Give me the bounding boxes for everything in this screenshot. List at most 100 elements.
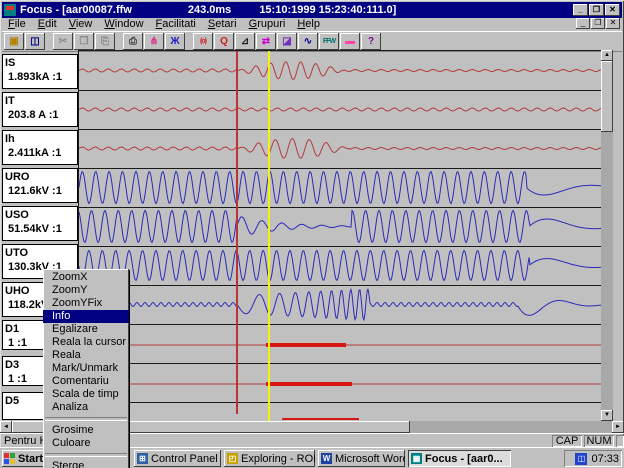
context-menu-item-scala-de-timp[interactable]: Scala de timp xyxy=(43,388,129,401)
context-menu-item-sterge[interactable]: Sterge xyxy=(43,460,129,468)
taskbar-button-icon: ▦ xyxy=(411,453,422,464)
waveform-row-d5[interactable] xyxy=(79,402,601,422)
tray-icon[interactable]: ◫ xyxy=(575,453,587,465)
scroll-left-button[interactable]: ◄ xyxy=(0,421,12,433)
mdi-close-button[interactable]: ✕ xyxy=(606,18,620,29)
menu-window[interactable]: Window xyxy=(98,18,149,31)
impedance-icon: (o) xyxy=(200,38,206,45)
copy-icon: ❐ xyxy=(80,36,89,47)
menu-view[interactable]: View xyxy=(63,18,99,31)
arrows-button[interactable]: ⇄ xyxy=(256,33,276,50)
open-button[interactable]: ▣ xyxy=(4,33,24,50)
waveform-row-uho[interactable] xyxy=(79,285,601,325)
restore-button[interactable]: ❐ xyxy=(589,4,604,16)
taskbar-button-focus-aar0-[interactable]: ▦Focus - [aar0... xyxy=(408,450,511,467)
ffw-icon: FFW xyxy=(323,38,335,45)
taskbar-button-label: Control Panel xyxy=(151,453,218,465)
help-icon: ? xyxy=(368,36,374,47)
channel-label-uso[interactable]: USO51.54kV :1 xyxy=(2,206,78,241)
palette-button[interactable]: ▬ xyxy=(340,33,360,50)
menu-file[interactable]: File xyxy=(2,18,32,31)
context-menu-item-egalizare[interactable]: Egalizare xyxy=(43,323,129,336)
context-menu-item-mark-unmark[interactable]: Mark/Unmark xyxy=(43,362,129,375)
channel-label-ih[interactable]: Ih2.411kA :1 xyxy=(2,130,78,165)
waveform-row-uso[interactable] xyxy=(79,207,601,247)
clock: 07:33 xyxy=(591,453,619,465)
context-menu-item-analiza[interactable]: Analiza xyxy=(43,401,129,414)
waveform-row-ih[interactable] xyxy=(79,129,601,169)
context-menu-separator xyxy=(45,453,127,457)
print-button[interactable]: ⎙ xyxy=(123,33,143,50)
context-menu-item-info[interactable]: Info xyxy=(43,310,129,323)
mdi-restore-button[interactable]: ❐ xyxy=(591,18,605,29)
waveform-row-d3[interactable] xyxy=(79,363,601,403)
context-menu-item-zoomx[interactable]: ZoomX xyxy=(43,271,129,284)
context-menu: ZoomXZoomYZoomYFixInfoEgalizareReala la … xyxy=(43,269,129,468)
cursor-line-red[interactable] xyxy=(236,51,238,414)
taskbar-button-icon: ⊞ xyxy=(137,453,148,464)
menu-grupuri[interactable]: Grupuri xyxy=(243,18,292,31)
waveform-row-uro[interactable] xyxy=(79,168,601,208)
context-menu-item-reala-la-cursor[interactable]: Reala la cursor xyxy=(43,336,129,349)
channel-name: Ih xyxy=(3,131,77,146)
graph-icon: ⊿ xyxy=(241,36,249,47)
ffw-button[interactable]: FFW xyxy=(319,33,339,50)
windows-logo-icon xyxy=(4,453,15,464)
scroll-down-button[interactable]: ▼ xyxy=(601,410,613,421)
channel-label-is[interactable]: IS1.893kA :1 xyxy=(2,54,78,89)
waveform-plot-area[interactable] xyxy=(78,50,602,422)
print-icon: ⎙ xyxy=(129,36,137,47)
title-bar: Focus - [aar00087.ffw 243.0ms 15:10:1999… xyxy=(2,2,622,18)
mdi-minimize-button[interactable]: _ xyxy=(576,18,590,29)
save-button[interactable]: ◫ xyxy=(25,33,45,50)
menu-help[interactable]: Help xyxy=(291,18,326,31)
menu-edit[interactable]: Edit xyxy=(32,18,63,31)
q-button[interactable]: Q xyxy=(214,33,234,50)
context-menu-item-zoomyfix[interactable]: ZoomYFix xyxy=(43,297,129,310)
waveform-row-d1[interactable] xyxy=(79,324,601,364)
channel-label-it[interactable]: IT203.8 A :1 xyxy=(2,92,78,127)
close-button[interactable]: ✕ xyxy=(605,4,620,16)
context-menu-item-culoare[interactable]: Culoare xyxy=(43,437,129,450)
context-menu-item-grosime[interactable]: Grosime xyxy=(43,424,129,437)
menu-bar: FileEditViewWindowFacilitatiSetariGrupur… xyxy=(2,18,622,31)
waveform-row-is[interactable] xyxy=(79,51,601,91)
menu-setari[interactable]: Setari xyxy=(202,18,243,31)
help-button[interactable]: ? xyxy=(361,33,381,50)
phasor-button[interactable]: ⋔ xyxy=(144,33,164,50)
context-menu-item-reala[interactable]: Reala xyxy=(43,349,129,362)
wave-button[interactable]: ∿ xyxy=(298,33,318,50)
toolbar-separator xyxy=(116,33,123,50)
taskbar-button-microsoft-word[interactable]: WMicrosoft Word xyxy=(318,450,405,467)
taskbar-button-control-panel[interactable]: ⊞Control Panel xyxy=(134,450,221,467)
title-cursor-time: 243.0ms xyxy=(188,4,231,16)
taskbar-button-label: Microsoft Word xyxy=(335,453,405,465)
app-icon[interactable] xyxy=(4,4,16,16)
waveform-row-uto[interactable] xyxy=(79,246,601,286)
context-menu-item-comentariu[interactable]: Comentariu xyxy=(43,375,129,388)
channel-scale: 1.893kA :1 xyxy=(3,70,77,84)
vertical-scrollbar[interactable]: ▲ ▼ xyxy=(601,50,613,421)
minimize-button[interactable]: _ xyxy=(573,4,588,16)
waveform-trace-ih xyxy=(79,129,601,168)
context-menu-item-zoomy[interactable]: ZoomY xyxy=(43,284,129,297)
cursor-line-yellow[interactable] xyxy=(268,51,270,421)
graph-button[interactable]: ⊿ xyxy=(235,33,255,50)
channel-label-uro[interactable]: URO121.6kV :1 xyxy=(2,168,78,203)
palette-icon: ▬ xyxy=(345,36,355,47)
impedance-button[interactable]: (o) xyxy=(193,33,213,50)
save-icon: ◫ xyxy=(30,36,39,47)
scroll-right-button[interactable]: ► xyxy=(612,421,624,433)
waveform-row-it[interactable] xyxy=(79,90,601,130)
waveform-trace-is xyxy=(79,51,601,90)
analysis-button[interactable]: Ж xyxy=(165,33,185,50)
channel-name: IS xyxy=(3,55,77,70)
taskbar-button-exploring-rom-[interactable]: ◰Exploring - ROM... xyxy=(224,450,315,467)
channel-scale: 203.8 A :1 xyxy=(3,108,77,122)
open-icon: ▣ xyxy=(9,36,18,47)
menu-facilitati[interactable]: Facilitati xyxy=(150,18,202,31)
taskbar-button-label: Focus - [aar0... xyxy=(425,453,503,465)
layers-button[interactable]: ◪ xyxy=(277,33,297,50)
scroll-up-button[interactable]: ▲ xyxy=(601,50,613,61)
vertical-scroll-thumb[interactable] xyxy=(601,61,613,132)
